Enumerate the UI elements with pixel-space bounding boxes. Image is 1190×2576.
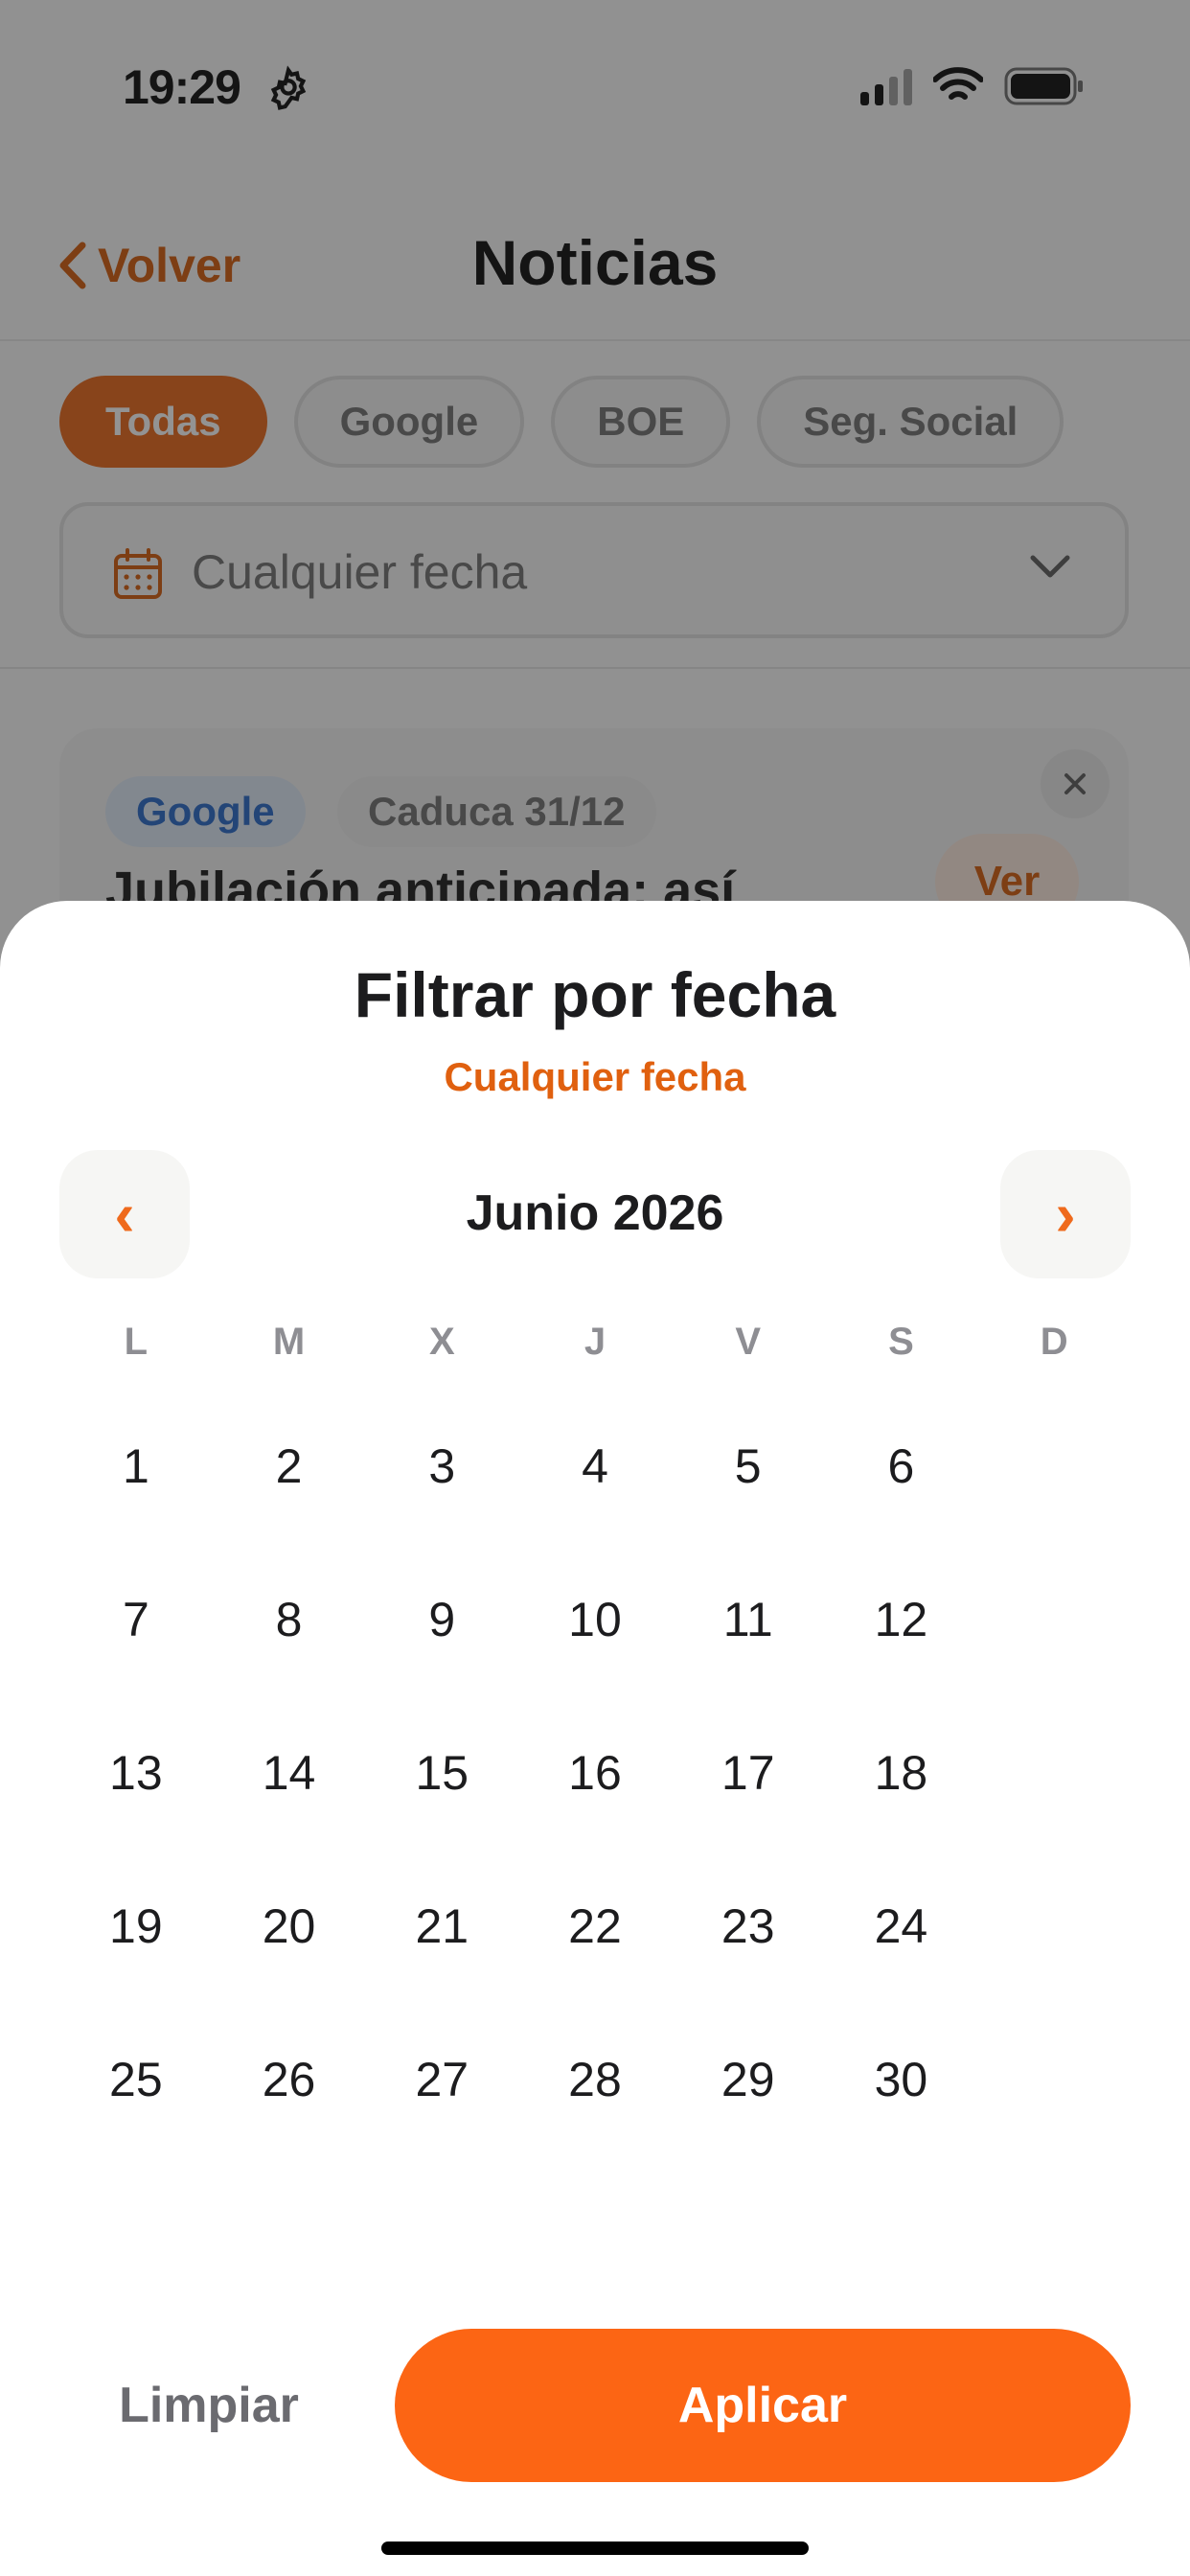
- calendar-day[interactable]: 23: [672, 1850, 825, 2003]
- weekday-label: V: [735, 1321, 762, 1363]
- calendar-empty-cell: [977, 1850, 1131, 2003]
- calendar-day[interactable]: 30: [825, 2003, 978, 2156]
- calendar-day[interactable]: 3: [365, 1390, 518, 1543]
- home-indicator: [381, 2542, 809, 2555]
- weekday-label: M: [272, 1321, 306, 1363]
- calendar-day[interactable]: 21: [365, 1850, 518, 2003]
- weekday-label: L: [124, 1321, 149, 1363]
- calendar-day[interactable]: 8: [213, 1543, 366, 1696]
- calendar-day[interactable]: 14: [213, 1696, 366, 1850]
- calendar-day[interactable]: 28: [518, 2003, 672, 2156]
- calendar-day[interactable]: 25: [59, 2003, 213, 2156]
- chevron-right-icon: ›: [1055, 1180, 1076, 1249]
- calendar-empty-cell: [977, 1696, 1131, 1850]
- weekday-label: J: [584, 1321, 606, 1363]
- calendar-day[interactable]: 17: [672, 1696, 825, 1850]
- clear-button[interactable]: Limpiar: [59, 2329, 358, 2482]
- calendar-day[interactable]: 9: [365, 1543, 518, 1696]
- calendar-day[interactable]: 4: [518, 1390, 672, 1543]
- calendar-day[interactable]: 20: [213, 1850, 366, 2003]
- calendar-day[interactable]: 7: [59, 1543, 213, 1696]
- calendar-empty-cell: [977, 2003, 1131, 2156]
- calendar-day[interactable]: 19: [59, 1850, 213, 2003]
- weekday-label: X: [428, 1321, 455, 1363]
- calendar-day[interactable]: 29: [672, 2003, 825, 2156]
- calendar-day[interactable]: 27: [365, 2003, 518, 2156]
- weekday-header: L M X J V S D: [59, 1294, 1131, 1390]
- calendar-day[interactable]: 11: [672, 1543, 825, 1696]
- sheet-title: Filtrar por fecha: [354, 959, 836, 1030]
- calendar-day[interactable]: 12: [825, 1543, 978, 1696]
- weekday-label: S: [888, 1321, 914, 1363]
- sheet-footer: Limpiar Aplicar: [0, 2329, 1190, 2492]
- calendar-day[interactable]: 16: [518, 1696, 672, 1850]
- next-month-button[interactable]: ›: [1000, 1150, 1131, 1278]
- calendar-day[interactable]: 26: [213, 2003, 366, 2156]
- calendar-day[interactable]: 1: [59, 1390, 213, 1543]
- calendar-days: 1 2 3 4 5 6 7 8 9 10 11 12 13 14 15 16 17 18 19 20 21 22 23 24 2…: [59, 1390, 1131, 2156]
- date-filter-sheet: Filtrar por fecha Cualquier fecha ‹ Juni…: [0, 901, 1190, 2576]
- calendar-day[interactable]: 6: [825, 1390, 978, 1543]
- calendar-day[interactable]: 13: [59, 1696, 213, 1850]
- calendar-day[interactable]: 15: [365, 1696, 518, 1850]
- calendar-day[interactable]: 2: [213, 1390, 366, 1543]
- weekday-label: D: [1040, 1321, 1068, 1363]
- calendar-empty-cell: [977, 1390, 1131, 1543]
- apply-button[interactable]: Aplicar: [395, 2329, 1131, 2482]
- calendar-day[interactable]: 10: [518, 1543, 672, 1696]
- calendar-grid: L M X J V S D 1 2 3 4 5 6 7 8 9 10 11 12 13 14 15 16 17 1…: [59, 1294, 1131, 2156]
- calendar-day[interactable]: 24: [825, 1850, 978, 2003]
- calendar-day[interactable]: 18: [825, 1696, 978, 1850]
- calendar-empty-cell: [977, 1543, 1131, 1696]
- selected-range-label: Cualquier fecha: [444, 1054, 746, 1099]
- calendar-day[interactable]: 22: [518, 1850, 672, 2003]
- calendar-day[interactable]: 5: [672, 1390, 825, 1543]
